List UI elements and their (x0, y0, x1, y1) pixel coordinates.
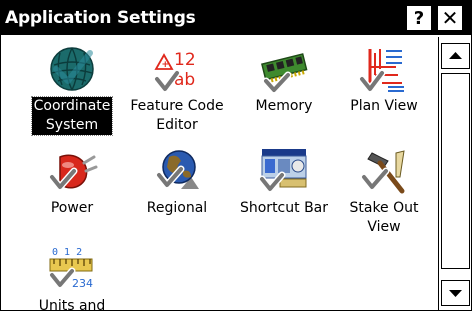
title-bar: Application Settings ? ✕ (1, 1, 471, 35)
scrollbar-thumb[interactable] (441, 73, 470, 269)
regional-globe-icon (155, 150, 199, 189)
memory-item[interactable]: Memory (232, 45, 336, 116)
feature-code-editor-item[interactable]: + 12 ab Feature Code Editor (125, 45, 229, 135)
arrow-up-icon (449, 52, 462, 59)
power-item[interactable]: Power (20, 147, 124, 218)
plan-view-icon (358, 49, 404, 93)
vertical-scrollbar[interactable] (438, 37, 471, 310)
application-settings-window: Application Settings ? ✕ Coordinate Syste… (0, 0, 472, 311)
item-label: Regional (146, 200, 208, 216)
plan-view-item[interactable]: Plan View (332, 45, 436, 116)
item-label: Feature Code Editor (130, 98, 224, 133)
memory-chip-icon (261, 53, 308, 94)
item-label: Coordinate System (30, 96, 114, 136)
power-plug-icon (48, 154, 98, 191)
svg-text:+: + (162, 60, 170, 70)
item-label: Units and (38, 298, 106, 310)
arrow-down-icon (449, 290, 462, 297)
shortcut-bar-icon (258, 149, 307, 193)
regional-item[interactable]: Regional (125, 147, 229, 218)
shortcut-bar-item[interactable]: Shortcut Bar (232, 147, 336, 218)
stake-out-hammer-icon (360, 150, 405, 194)
settings-icon-grid: Coordinate System + 12 ab Feature Code Edi… (1, 37, 437, 310)
feature-code-icon: + 12 ab (153, 50, 196, 93)
svg-text:12: 12 (174, 50, 196, 70)
units-item[interactable]: 0 1 2 234 Units and (20, 245, 124, 310)
scroll-up-button[interactable] (441, 43, 470, 69)
stake-out-view-item[interactable]: Stake Out View (332, 147, 436, 237)
close-button[interactable]: ✕ (437, 5, 463, 31)
item-label: Power (50, 200, 94, 216)
coordinate-system-item[interactable]: Coordinate System (20, 45, 124, 136)
item-label: Shortcut Bar (239, 200, 329, 216)
svg-text:0 1 2: 0 1 2 (52, 247, 82, 258)
help-button[interactable]: ? (406, 5, 432, 31)
window-title: Application Settings (5, 8, 196, 28)
svg-text:234: 234 (72, 277, 93, 290)
item-label: Plan View (350, 98, 418, 114)
units-ruler-icon: 0 1 2 234 (48, 247, 93, 290)
item-label: Memory (255, 98, 313, 114)
scroll-down-button[interactable] (441, 280, 470, 306)
globe-grid-icon (50, 47, 94, 91)
item-label: Stake Out View (349, 200, 419, 235)
